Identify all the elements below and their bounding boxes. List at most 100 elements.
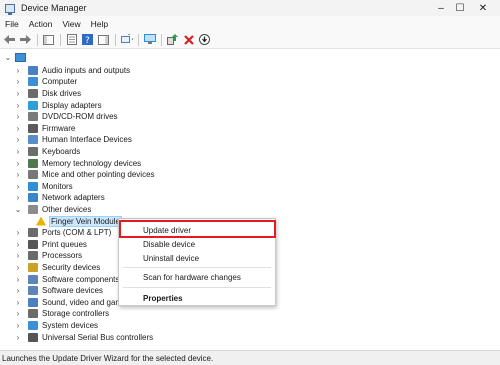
context-menu-disable-device[interactable]: Disable device [119, 237, 275, 251]
update-driver-icon[interactable] [165, 32, 180, 47]
tree-category-item[interactable]: › Ports (COM & LPT) [14, 227, 111, 239]
menu-help[interactable]: Help [86, 19, 113, 29]
uninstall-x-icon[interactable] [181, 32, 196, 47]
tree-item-label: Software components [42, 274, 120, 284]
close-button[interactable]: ✕ [466, 0, 500, 16]
processor-icon [28, 251, 38, 261]
chevron-right-icon[interactable]: › [14, 124, 22, 133]
toolbar-separator [138, 33, 139, 46]
show-hide-tree-icon[interactable] [41, 32, 56, 47]
chevron-right-icon[interactable]: › [14, 309, 22, 318]
tree-item-label: Software devices [42, 286, 103, 296]
chevron-right-icon[interactable]: › [14, 170, 22, 179]
tree-item-label: Processors [42, 251, 83, 261]
context-menu-properties[interactable]: Properties [119, 291, 275, 305]
other-devices-icon [28, 204, 38, 214]
tree-category-item[interactable]: › Disk drives [14, 88, 81, 100]
tree-item-label: Audio inputs and outputs [42, 65, 131, 75]
chevron-right-icon[interactable]: › [14, 321, 22, 330]
tree-category-item[interactable]: › Storage controllers [14, 308, 109, 320]
toolbar: ? [0, 31, 500, 49]
chevron-right-icon[interactable]: › [14, 77, 22, 86]
tree-item-label: Mice and other pointing devices [42, 170, 155, 180]
mouse-icon [28, 170, 38, 180]
tree-item-label: Print queues [42, 239, 87, 249]
chevron-right-icon[interactable]: › [14, 251, 22, 260]
status-bar: Launches the Update Driver Wizard for th… [0, 350, 500, 365]
chevron-right-icon[interactable]: › [14, 333, 22, 342]
storage-icon [28, 309, 38, 319]
computer-icon [28, 77, 38, 87]
menu-action[interactable]: Action [24, 19, 58, 29]
chevron-right-icon[interactable]: › [14, 275, 22, 284]
tree-category-item[interactable]: › Mice and other pointing devices [14, 169, 155, 181]
tree-root[interactable]: ⌄ [4, 52, 30, 64]
properties-icon[interactable] [64, 32, 79, 47]
chevron-right-icon[interactable]: › [14, 240, 22, 249]
tree-item-label: Keyboards [42, 146, 81, 156]
monitor-icon[interactable] [142, 32, 157, 47]
chevron-right-icon[interactable]: › [14, 298, 22, 307]
chevron-right-icon[interactable]: › [14, 147, 22, 156]
sound-icon [28, 297, 38, 307]
tree-item-label: Memory technology devices [42, 158, 142, 168]
chevron-right-icon[interactable]: › [14, 101, 22, 110]
tree-category-item[interactable]: › Human Interface Devices [14, 134, 132, 146]
tree-category-item[interactable]: › Security devices [14, 262, 100, 274]
tree-category-item[interactable]: › Software devices [14, 285, 103, 297]
menu-file[interactable]: File [0, 19, 24, 29]
chevron-right-icon[interactable]: › [14, 66, 22, 75]
chevron-right-icon[interactable]: › [14, 286, 22, 295]
chevron-right-icon[interactable]: › [14, 193, 22, 202]
toolbar-separator [115, 33, 116, 46]
tree-category-item[interactable]: › Memory technology devices [14, 157, 141, 169]
unknown-device-warning-icon [36, 216, 46, 226]
tree-category-item[interactable]: › Display adapters [14, 99, 102, 111]
svg-text:?: ? [85, 36, 90, 45]
tree-item-label: Disk drives [42, 88, 82, 98]
context-menu-update-driver[interactable]: Update driver [119, 223, 275, 237]
tree-item-label: Other devices [42, 204, 92, 214]
tree-category-item[interactable]: ⌄ Other devices [14, 204, 91, 216]
scan-hardware-icon[interactable] [119, 32, 134, 47]
download-icon[interactable] [197, 32, 212, 47]
context-menu-uninstall-device[interactable]: Uninstall device [119, 251, 275, 265]
menu-view[interactable]: View [57, 19, 85, 29]
tree-item-label: Network adapters [42, 193, 105, 203]
tree-category-item[interactable]: › Network adapters [14, 192, 105, 204]
chevron-right-icon[interactable]: › [14, 182, 22, 191]
tree-item-label: Computer [42, 77, 78, 87]
help-icon[interactable]: ? [80, 32, 95, 47]
tree-item-label: Firmware [42, 123, 76, 133]
display-icon [28, 100, 38, 110]
tree-category-item[interactable]: › Audio inputs and outputs [14, 65, 130, 77]
tree-category-item[interactable]: › Keyboards [14, 146, 80, 158]
tree-category-item[interactable]: › Universal Serial Bus controllers [14, 331, 153, 343]
hid-icon [28, 135, 38, 145]
chevron-right-icon[interactable]: › [14, 112, 22, 121]
tree-category-item[interactable]: › Software components [14, 273, 119, 285]
back-arrow-icon[interactable] [2, 32, 17, 47]
speaker-icon [28, 65, 38, 75]
tree-category-item[interactable]: › DVD/CD-ROM drives [14, 111, 118, 123]
tree-device-item[interactable]: Finger Vein Module [34, 215, 122, 227]
chevron-right-icon[interactable]: › [14, 89, 22, 98]
tree-category-item[interactable]: › Monitors [14, 181, 73, 193]
chevron-down-icon[interactable]: ⌄ [4, 53, 12, 62]
tree-category-item[interactable]: › Print queues [14, 239, 87, 251]
chevron-right-icon[interactable]: › [14, 159, 22, 168]
forward-arrow-icon[interactable] [18, 32, 33, 47]
tree-category-item[interactable]: › Processors [14, 250, 82, 262]
tree-category-item[interactable]: › Computer [14, 76, 77, 88]
tree-category-item[interactable]: › Firmware [14, 123, 75, 135]
tree-category-item[interactable]: › System devices [14, 320, 98, 332]
chevron-down-icon[interactable]: ⌄ [14, 205, 22, 214]
chevron-right-icon[interactable]: › [14, 263, 22, 272]
toolbar-separator [161, 33, 162, 46]
chevron-right-icon[interactable]: › [14, 228, 22, 237]
security-icon [28, 262, 38, 272]
chevron-right-icon[interactable]: › [14, 135, 22, 144]
tree-item-label: Monitors [42, 181, 73, 191]
show-hide-action-pane-icon[interactable] [96, 32, 111, 47]
context-menu-scan-hardware[interactable]: Scan for hardware changes [119, 270, 275, 284]
